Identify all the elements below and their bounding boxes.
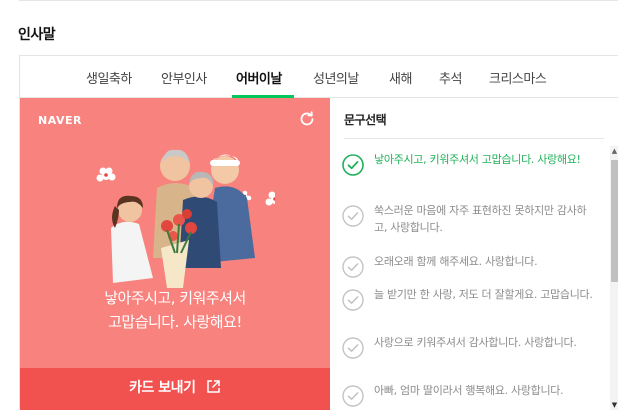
tab-parents-day[interactable]: 어버이날 [236,68,282,87]
flower-icon [96,167,116,182]
external-link-icon [207,380,220,393]
phrase-text: 쑥스러운 마음에 자주 표현하진 못하지만 감사하고, 사랑합니다. [374,204,587,234]
greeting-card: NAVER 낳아주시고, 키워주셔서 고맙습니다. 사랑해요! 카드 보내기 [20,98,330,410]
phrase-scrollbar[interactable]: ▲ ▼ [610,146,618,410]
check-circle-icon [342,337,364,359]
phrase-list: 낳아주시고, 키워주셔서 고맙습니다. 사랑해요! 쑥스러운 마음에 자주 표현… [342,151,598,410]
send-card-label: 카드 보내기 [129,380,196,396]
phrase-text: 오래오래 함께 해주세요. 사랑합니다. [374,255,538,268]
scroll-up-arrow-icon[interactable]: ▲ [610,146,618,156]
top-divider [19,0,618,1]
check-circle-icon [342,385,364,407]
refresh-icon[interactable] [298,110,316,128]
tab-regards[interactable]: 안부인사 [161,68,207,87]
tab-coming-of-age-day[interactable]: 성년의날 [313,68,359,87]
tab-birthday[interactable]: 생일축하 [86,68,132,87]
phrase-text: 늘 받기만 한 사랑, 저도 더 잘할게요. 고맙습니다. [374,288,593,301]
tab-christmas[interactable]: 크리스마스 [489,68,547,87]
check-circle-icon [342,205,364,227]
card-message-line-2: 고맙습니다. 사랑해요! [108,313,242,331]
phrase-selector: 문구선택 낳아주시고, 키워주셔서 고맙습니다. 사랑해요! 쑥스러운 마음에 … [330,98,618,410]
tab-chuseok[interactable]: 추석 [439,68,462,87]
phrase-selector-title: 문구선택 [344,113,387,127]
check-circle-icon [342,256,364,278]
tab-bar: 생일축하 안부인사 어버이날 성년의날 새해 추석 크리스마스 [20,56,618,98]
card-message-line-1: 낳아주시고, 키워주셔서 [104,289,246,307]
scrollbar-thumb[interactable] [611,160,618,282]
send-card-button[interactable]: 카드 보내기 [20,368,330,410]
check-circle-icon [342,289,364,311]
phrase-text: 아빠, 엄마 딸이라서 행복해요. 사랑합니다. [374,384,564,397]
greeting-panel: 생일축하 안부인사 어버이날 성년의날 새해 추석 크리스마스 NAVER 낳아… [19,55,618,410]
phrase-text: 낳아주시고, 키워주셔서 고맙습니다. 사랑해요! [374,153,581,166]
card-message: 낳아주시고, 키워주셔서 고맙습니다. 사랑해요! [20,286,330,334]
check-circle-icon [342,154,364,176]
tab-new-year[interactable]: 새해 [389,68,412,87]
phrase-text: 사랑으로 키워주셔서 감사합니다. 사랑합니다. [374,336,577,349]
section-title: 인사말 [18,27,56,43]
phrase-divider [344,138,604,139]
flower-icon [265,191,275,206]
family-illustration [96,149,275,288]
